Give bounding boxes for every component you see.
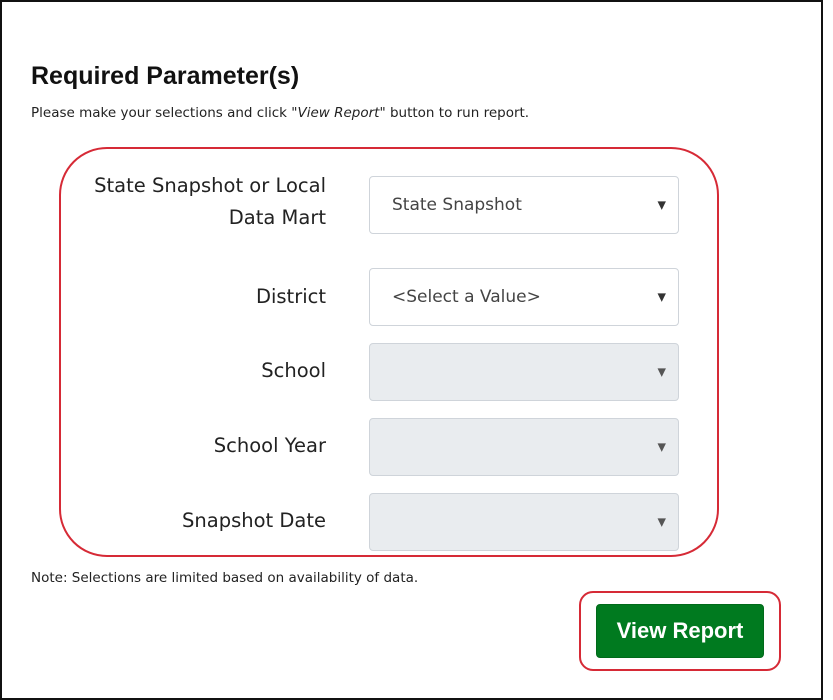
district-select[interactable]: <Select a Value> ▼ — [369, 268, 679, 326]
instructions-prefix: Please make your selections and click " — [31, 105, 298, 121]
district-label: District — [6, 281, 326, 313]
report-parameters-panel: Required Parameter(s) Please make your s… — [0, 0, 823, 700]
chevron-down-icon: ▼ — [657, 515, 666, 529]
data-source-label: State Snapshot or Local Data Mart — [6, 170, 326, 234]
school-year-label: School Year — [6, 430, 326, 462]
school-year-label-text: School Year — [213, 434, 326, 457]
instructions-emphasis: View Report — [297, 105, 380, 121]
data-source-label-line-1: State Snapshot or Local — [94, 174, 326, 197]
data-source-select[interactable]: State Snapshot ▼ — [369, 176, 679, 234]
instructions-suffix: " button to run report. — [379, 105, 530, 121]
snapshot-date-label-text: Snapshot Date — [182, 509, 326, 532]
availability-note: Note: Selections are limited based on av… — [31, 570, 419, 586]
instructions-text: Please make your selections and click "V… — [31, 105, 529, 121]
chevron-down-icon: ▼ — [657, 440, 666, 454]
district-selected-value: <Select a Value> — [392, 287, 541, 307]
data-source-label-line-2: Data Mart — [228, 206, 326, 229]
snapshot-date-label: Snapshot Date — [6, 505, 326, 537]
chevron-down-icon: ▼ — [657, 365, 666, 379]
school-select[interactable]: ▼ — [369, 343, 679, 401]
data-source-selected-value: State Snapshot — [392, 195, 522, 215]
school-year-select[interactable]: ▼ — [369, 418, 679, 476]
chevron-down-icon: ▼ — [657, 290, 666, 304]
chevron-down-icon: ▼ — [657, 198, 666, 212]
page-title: Required Parameter(s) — [31, 62, 300, 90]
view-report-button[interactable]: View Report — [596, 604, 764, 658]
snapshot-date-select[interactable]: ▼ — [369, 493, 679, 551]
school-label-text: School — [261, 359, 326, 382]
district-label-text: District — [255, 285, 326, 308]
school-label: School — [6, 355, 326, 387]
